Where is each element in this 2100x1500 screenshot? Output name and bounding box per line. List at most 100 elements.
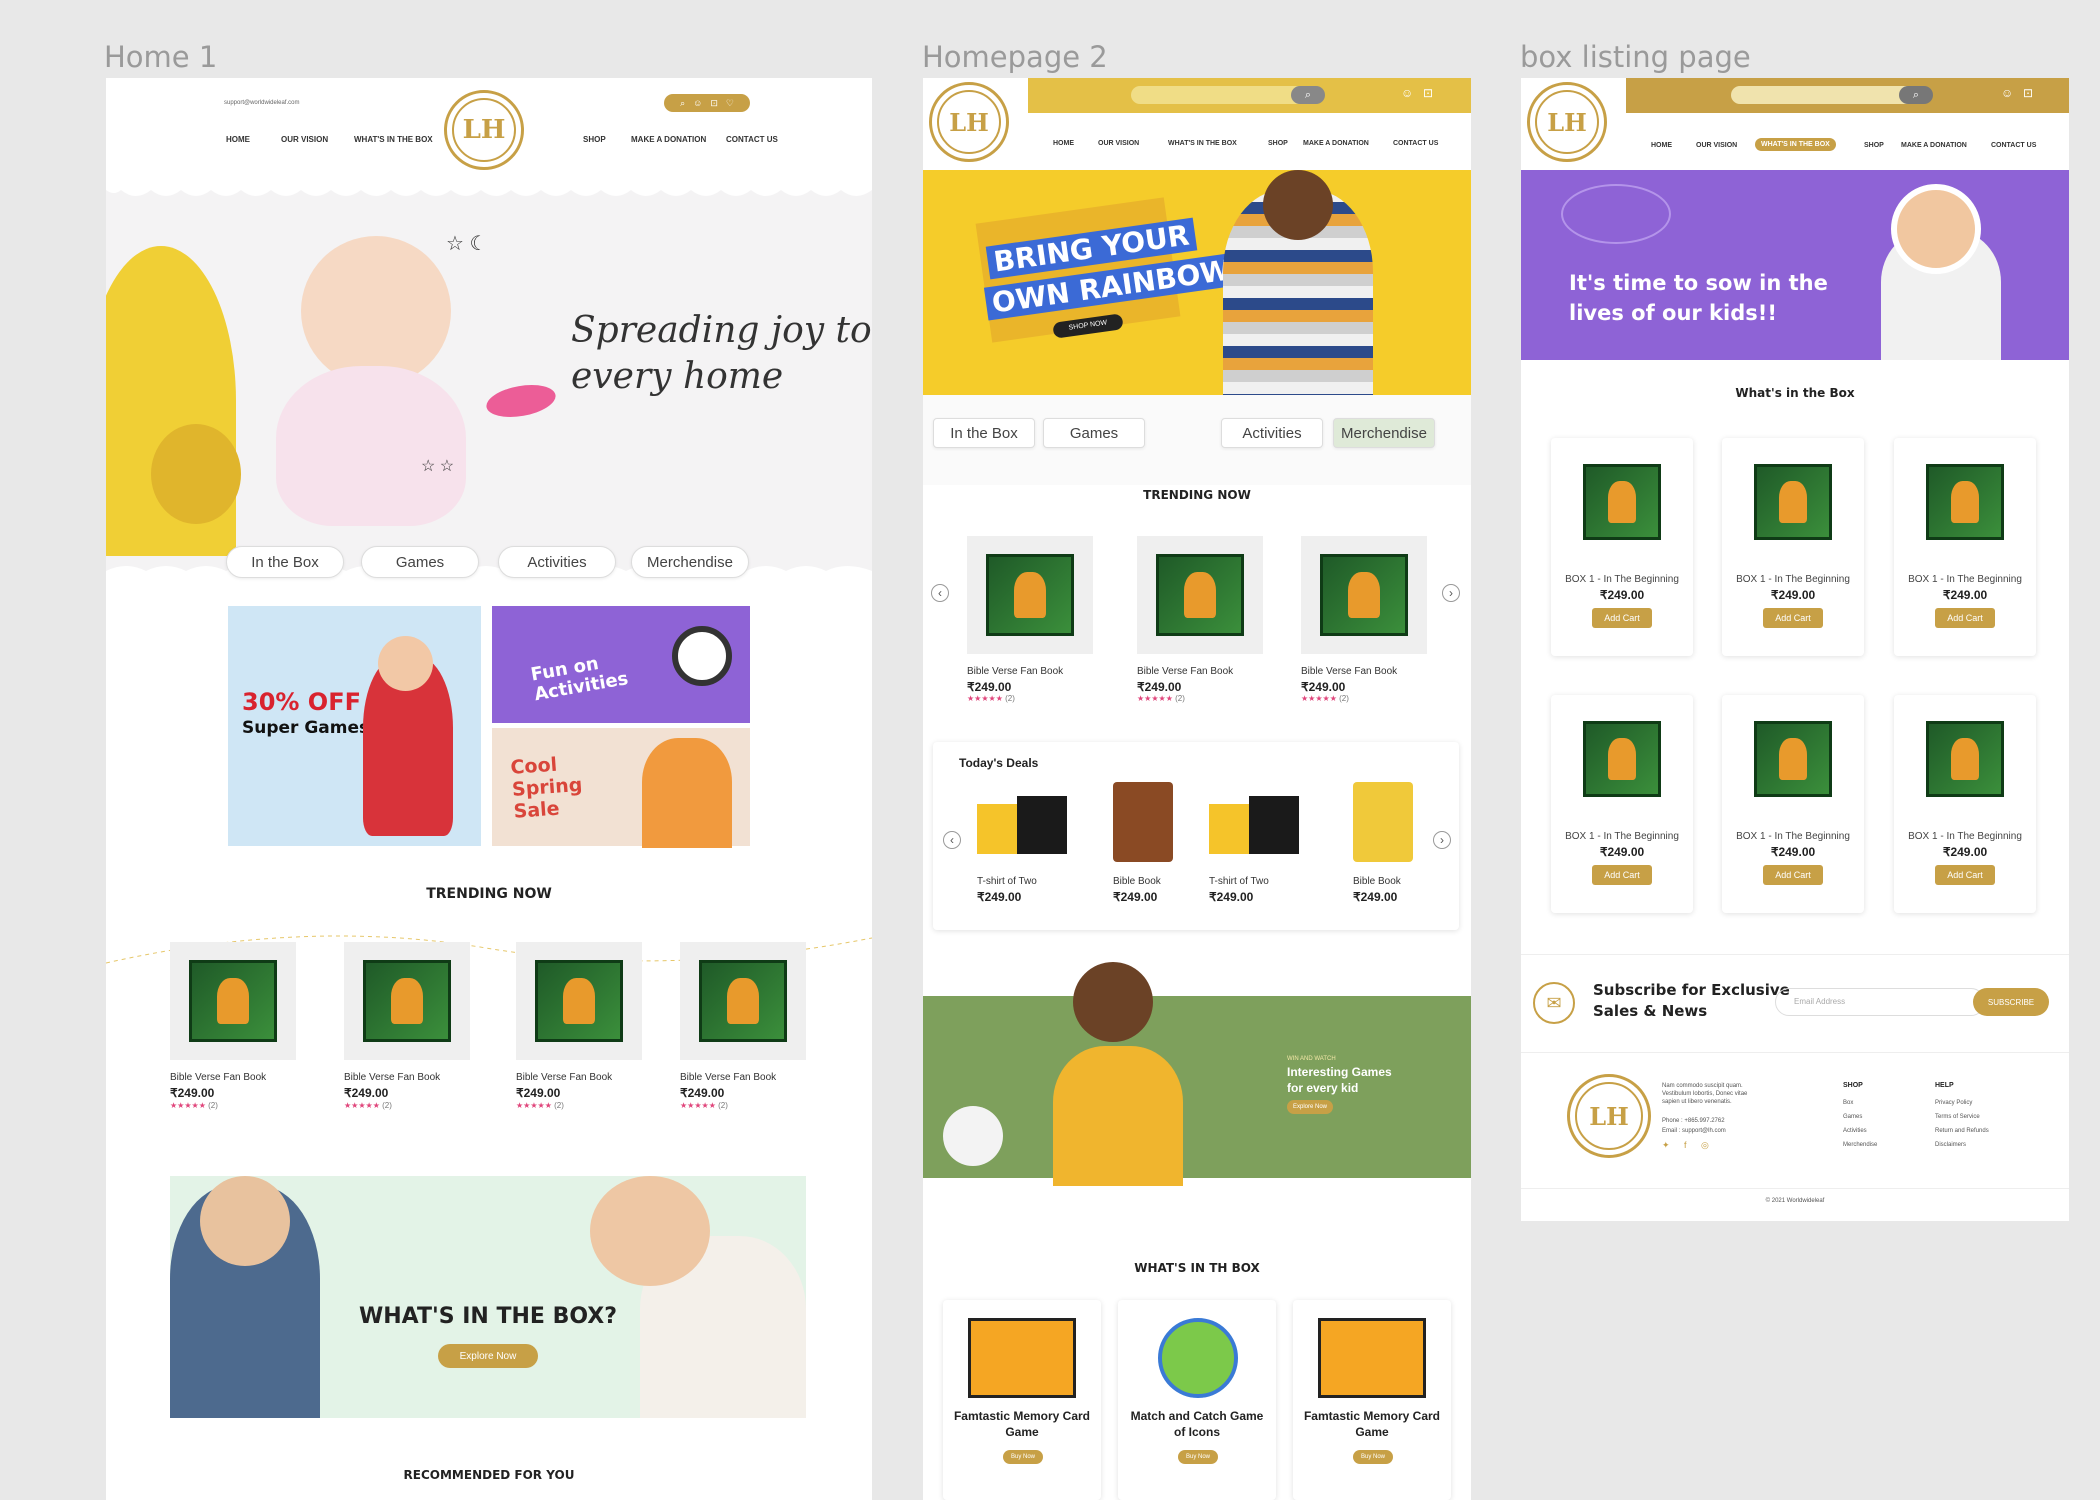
h2-cart-icon[interactable]: ⊡ <box>1423 86 1433 100</box>
h2-box-buy-1[interactable]: Buy Now <box>1178 1450 1218 1464</box>
h2-trending-prev-icon[interactable]: ‹ <box>931 584 949 602</box>
nav-contact[interactable]: CONTACT US <box>726 135 778 144</box>
ls-nav-box[interactable]: WHAT'S IN THE BOX <box>1755 138 1836 151</box>
ls-card-5[interactable]: BOX 1 - In The Beginning ₹249.00 Add Car… <box>1894 695 2036 913</box>
h2-deal-name-2[interactable]: T-shirt of Two <box>1209 876 1269 887</box>
h2-nav-donation[interactable]: MAKE A DONATION <box>1303 140 1369 147</box>
ls-shop-link-0[interactable]: Box <box>1843 1096 1877 1110</box>
h2-product-img-0[interactable] <box>967 536 1093 654</box>
h2-product-name-1[interactable]: Bible Verse Fan Book <box>1137 666 1233 677</box>
ls-shop-link-2[interactable]: Activities <box>1843 1124 1877 1138</box>
nav-shop[interactable]: SHOP <box>583 135 606 144</box>
h2-user-icon[interactable]: ☺ <box>1401 86 1413 100</box>
h1-product-name-0[interactable]: Bible Verse Fan Book <box>170 1072 266 1083</box>
ls-logo[interactable]: LH <box>1527 82 1607 162</box>
h2-cat-activities[interactable]: Activities <box>1221 418 1323 448</box>
nav-donation[interactable]: MAKE A DONATION <box>631 135 706 144</box>
h2-nav-box[interactable]: WHAT'S IN THE BOX <box>1168 140 1237 147</box>
h2-product-img-2[interactable] <box>1301 536 1427 654</box>
ls-search-input[interactable] <box>1731 86 1921 104</box>
ls-shop-link-1[interactable]: Games <box>1843 1110 1877 1124</box>
ls-subscribe-button[interactable]: SUBSCRIBE <box>1973 988 2049 1016</box>
h2-logo[interactable]: LH <box>929 82 1009 162</box>
h2-deal-name-0[interactable]: T-shirt of Two <box>977 876 1037 887</box>
ls-user-icon[interactable]: ☺ <box>2001 86 2013 100</box>
ls-help-link-3[interactable]: Disclaimers <box>1935 1138 1989 1152</box>
ls-add-cart-0[interactable]: Add Cart <box>1592 608 1652 628</box>
promo-spring[interactable]: Cool Spring Sale <box>492 728 750 848</box>
h2-cat-games[interactable]: Games <box>1043 418 1145 448</box>
ls-add-cart-2[interactable]: Add Cart <box>1935 608 1995 628</box>
ls-nav-donation[interactable]: MAKE A DONATION <box>1901 142 1967 149</box>
h1-product-img-0[interactable] <box>170 942 296 1060</box>
h2-search-icon[interactable]: ⌕ <box>1291 86 1325 104</box>
h2-nav-shop[interactable]: SHOP <box>1268 140 1288 147</box>
cat-games[interactable]: Games <box>361 546 479 578</box>
h2-nav-home[interactable]: HOME <box>1053 140 1074 147</box>
h2-product-name-0[interactable]: Bible Verse Fan Book <box>967 666 1063 677</box>
h2-box-card-1[interactable]: Match and Catch Game of Icons Buy Now <box>1118 1300 1276 1500</box>
ls-nav-vision[interactable]: OUR VISION <box>1696 142 1737 149</box>
h2-deals-prev-icon[interactable]: ‹ <box>943 831 961 849</box>
promo-activities[interactable]: Fun on Activities <box>492 606 750 723</box>
ls-card-0[interactable]: BOX 1 - In The Beginning ₹249.00 Add Car… <box>1551 438 1693 656</box>
logo[interactable]: LH <box>444 90 524 170</box>
ls-help-link-2[interactable]: Return and Refunds <box>1935 1124 1989 1138</box>
nav-box[interactable]: WHAT'S IN THE BOX <box>354 135 433 144</box>
h2-deal-img-2[interactable] <box>1209 792 1299 872</box>
nav-vision[interactable]: OUR VISION <box>281 135 328 144</box>
h2-product-img-1[interactable] <box>1137 536 1263 654</box>
h2-deals-next-icon[interactable]: › <box>1433 831 1451 849</box>
h2-cat-merch[interactable]: Merchendise <box>1333 418 1435 448</box>
h1-product-img-1[interactable] <box>344 942 470 1060</box>
h1-product-img-2[interactable] <box>516 942 642 1060</box>
h2-nav-vision[interactable]: OUR VISION <box>1098 140 1139 147</box>
cat-activities[interactable]: Activities <box>498 546 616 578</box>
ls-card-4[interactable]: BOX 1 - In The Beginning ₹249.00 Add Car… <box>1722 695 1864 913</box>
ls-social-icons[interactable]: ✦ f ◎ <box>1662 1140 1715 1151</box>
ls-help-link-1[interactable]: Terms of Service <box>1935 1110 1989 1124</box>
h2-box-buy-0[interactable]: Buy Now <box>1003 1450 1043 1464</box>
h2-cat-box[interactable]: In the Box <box>933 418 1035 448</box>
ls-nav-home[interactable]: HOME <box>1651 142 1672 149</box>
h2-deal-name-3[interactable]: Bible Book <box>1353 876 1401 887</box>
cart-icon[interactable]: ⊡ <box>710 98 718 109</box>
h2-box-card-2[interactable]: Famtastic Memory Card Game Buy Now <box>1293 1300 1451 1500</box>
h1-product-name-3[interactable]: Bible Verse Fan Book <box>680 1072 776 1083</box>
h2-deal-img-0[interactable] <box>977 792 1067 872</box>
explore-button[interactable]: Explore Now <box>438 1344 538 1368</box>
ls-help-link-0[interactable]: Privacy Policy <box>1935 1096 1989 1110</box>
h1-product-name-2[interactable]: Bible Verse Fan Book <box>516 1072 612 1083</box>
h1-product-name-1[interactable]: Bible Verse Fan Book <box>344 1072 440 1083</box>
user-icon[interactable]: ☺ <box>693 98 702 108</box>
h1-product-img-3[interactable] <box>680 942 806 1060</box>
h2-games-button[interactable]: Explore Now <box>1287 1100 1333 1114</box>
search-icon[interactable]: ⌕ <box>680 98 685 109</box>
heart-icon[interactable]: ♡ <box>726 98 734 109</box>
ls-add-cart-1[interactable]: Add Cart <box>1763 608 1823 628</box>
ls-search-icon[interactable]: ⌕ <box>1899 86 1933 104</box>
h2-deal-img-1[interactable] <box>1113 782 1173 862</box>
h2-deal-name-1[interactable]: Bible Book <box>1113 876 1161 887</box>
h2-deal-img-3[interactable] <box>1353 782 1413 862</box>
ls-card-1[interactable]: BOX 1 - In The Beginning ₹249.00 Add Car… <box>1722 438 1864 656</box>
h2-nav-contact[interactable]: CONTACT US <box>1393 140 1438 147</box>
ls-nav-shop[interactable]: SHOP <box>1864 142 1884 149</box>
cat-box[interactable]: In the Box <box>226 546 344 578</box>
ls-cart-icon[interactable]: ⊡ <box>2023 86 2033 100</box>
h2-product-name-2[interactable]: Bible Verse Fan Book <box>1301 666 1397 677</box>
promo-games[interactable]: 30% OFF Super Games <box>228 606 481 846</box>
h2-box-buy-2[interactable]: Buy Now <box>1353 1450 1393 1464</box>
ls-card-2[interactable]: BOX 1 - In The Beginning ₹249.00 Add Car… <box>1894 438 2036 656</box>
ls-footer-logo[interactable]: LH <box>1567 1074 1651 1158</box>
ls-add-cart-3[interactable]: Add Cart <box>1592 865 1652 885</box>
ls-card-3[interactable]: BOX 1 - In The Beginning ₹249.00 Add Car… <box>1551 695 1693 913</box>
h2-box-card-0[interactable]: Famtastic Memory Card Game Buy Now <box>943 1300 1101 1500</box>
cat-merch[interactable]: Merchendise <box>631 546 749 578</box>
h2-trending-next-icon[interactable]: › <box>1442 584 1460 602</box>
ls-add-cart-4[interactable]: Add Cart <box>1763 865 1823 885</box>
nav-home[interactable]: HOME <box>226 135 250 144</box>
ls-add-cart-5[interactable]: Add Cart <box>1935 865 1995 885</box>
ls-nav-contact[interactable]: CONTACT US <box>1991 142 2036 149</box>
ls-shop-link-3[interactable]: Merchendise <box>1843 1138 1877 1152</box>
